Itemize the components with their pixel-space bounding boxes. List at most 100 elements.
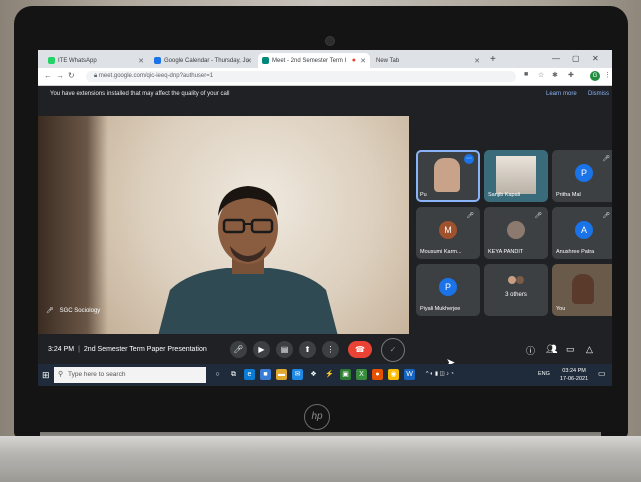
meeting-time: 3:24 PM (48, 346, 75, 353)
activities-icon[interactable]: △ (586, 344, 593, 355)
cortana-icon[interactable]: ○ (212, 369, 223, 380)
edge-icon[interactable]: e (244, 369, 255, 380)
more-options-button[interactable]: ⋮ (322, 341, 339, 358)
puzzle-icon[interactable]: ✚ (568, 71, 574, 79)
phone-hangup-icon: ☎ (355, 345, 365, 354)
close-icon[interactable]: ✕ (360, 57, 366, 65)
maximize-icon[interactable]: ▢ (572, 54, 580, 63)
excel-icon[interactable]: X (356, 369, 367, 380)
participant-name: Piyali Mukherjee (420, 306, 461, 312)
participant-tile[interactable]: 🎤︎ P Pritha Mal (552, 150, 612, 202)
dismiss-link[interactable]: Dismiss (588, 91, 609, 97)
participant-tile[interactable]: P Piyali Mukherjee (416, 264, 480, 316)
meeting-title: 2nd Semester Term Paper Presentation (83, 346, 207, 353)
chat-icon[interactable]: ▭ (566, 344, 575, 355)
language-indicator[interactable]: ENG (538, 371, 550, 377)
end-call-button[interactable]: ☎ (348, 341, 372, 358)
mic-off-icon: 🎤︎ (534, 213, 542, 219)
tab-meet[interactable]: Meet - 2nd Semester Term I ● ✕ (258, 53, 370, 68)
reload-icon[interactable]: ↻ (68, 71, 75, 80)
learn-more-link[interactable]: Learn more (546, 91, 577, 97)
avatar: P (575, 164, 593, 182)
tab-label: New Tab (376, 57, 400, 64)
dropbox-icon[interactable]: ❖ (308, 369, 319, 380)
minimize-icon[interactable]: — (552, 54, 560, 63)
more-vertical-icon: ⋮ (326, 345, 335, 354)
file-explorer-icon[interactable]: ▬ (276, 369, 287, 380)
participant-tile[interactable]: 🎤︎ A Anushree Patra (552, 207, 612, 259)
screen-bottom-edge (38, 386, 612, 404)
participant-tile[interactable]: You (552, 264, 612, 316)
close-icon[interactable]: ✕ (138, 57, 144, 65)
bolt-icon[interactable]: ⚡ (324, 369, 335, 380)
tab-label: Google Calendar - Thursday, Ju (164, 57, 249, 64)
participant-tile[interactable]: Sanjib Kapali (484, 150, 548, 202)
mic-button[interactable]: 🎤︎ (230, 341, 247, 358)
participant-name: Anushree Patra (556, 249, 595, 255)
camera-permission-icon[interactable]: ■ (524, 71, 528, 78)
tab-new-tab[interactable]: New Tab ✕ (372, 53, 484, 68)
participant-video (572, 274, 594, 304)
captions-button[interactable]: ▤ (276, 341, 293, 358)
photo-scene: ITE WhatsApp ✕ Google Calendar - Thursda… (0, 0, 641, 482)
participant-tile[interactable]: ⋯ Pu (416, 150, 480, 202)
captions-icon: ▤ (280, 345, 289, 354)
participant-video (434, 158, 460, 192)
taskbar-search-input[interactable]: ⚲ Type here to search (54, 367, 206, 383)
chrome-icon[interactable]: ◉ (388, 369, 399, 380)
recording-dot-icon: ● (351, 57, 356, 64)
photos-icon[interactable]: ▣ (340, 369, 351, 380)
tab-calendar[interactable]: Google Calendar - Thursday, Ju ✕ (150, 53, 256, 68)
back-icon[interactable]: ← (44, 71, 52, 80)
confirm-button[interactable]: ✓ (381, 338, 405, 362)
hp-logo: hp (304, 404, 330, 430)
bookmark-star-icon[interactable]: ☆ (538, 71, 544, 79)
tab-whatsapp[interactable]: ITE WhatsApp ✕ (44, 53, 148, 68)
mic-icon: 🎤︎ (233, 345, 244, 354)
system-tray-icons[interactable]: ^ ◐ ▮ ◫ ♪ ◔ (426, 371, 454, 377)
laptop-screen: ITE WhatsApp ✕ Google Calendar - Thursda… (38, 50, 612, 404)
window-close-icon[interactable]: ✕ (592, 54, 599, 63)
warning-message: You have extensions installed that may a… (50, 91, 230, 97)
whatsapp-icon (48, 57, 55, 64)
people-icon[interactable]: 👥︎ (546, 344, 557, 355)
taskbar-clock[interactable]: 03:24 PM 17-06-2021 (560, 367, 588, 383)
notification-icon[interactable]: ▭ (598, 369, 606, 378)
participant-name: Mousumi Karm... (420, 249, 462, 255)
avatar: M (439, 221, 457, 239)
store-icon[interactable]: ■ (260, 369, 271, 380)
clock-time: 03:24 PM (562, 368, 586, 374)
participant-video (496, 156, 536, 194)
participant-name: You (556, 306, 566, 312)
room-shadow (38, 116, 108, 334)
meet-controls-bar: 3:24 PM | 2nd Semester Term Paper Presenta… (38, 336, 612, 364)
camera-button[interactable]: ▶ (253, 341, 270, 358)
profile-avatar[interactable]: G (590, 71, 600, 81)
new-tab-button[interactable]: + (490, 54, 496, 65)
participant-tile[interactable]: 🎤︎ M Mousumi Karm... (416, 207, 480, 259)
windows-taskbar: ⊞ ⚲ Type here to search ○ ⧉ e ■ ▬ ✉ ❖ ⚡ … (38, 364, 612, 386)
close-icon[interactable]: ✕ (474, 57, 480, 65)
meeting-info: 3:24 PM | 2nd Semester Term Paper Presenta… (48, 346, 207, 353)
mail-icon[interactable]: ✉ (292, 369, 303, 380)
firefox-icon[interactable]: ● (372, 369, 383, 380)
url-input[interactable]: 🔒︎ meet.google.com/qic-ieeq-dnp?authuser… (86, 71, 516, 82)
forward-icon[interactable]: → (56, 71, 64, 80)
participant-tile[interactable]: 🎤︎ KEYA PANDIT (484, 207, 548, 259)
participant-tile[interactable]: 3 others (484, 264, 548, 316)
word-icon[interactable]: W (404, 369, 415, 380)
separator: | (78, 346, 80, 353)
webcam (325, 36, 335, 46)
menu-dots-icon[interactable]: ⋮ (604, 71, 611, 79)
close-icon[interactable]: ✕ (246, 57, 252, 65)
task-view-icon[interactable]: ⧉ (228, 369, 239, 380)
others-avatar (516, 276, 524, 284)
extension-icon[interactable]: ✱ (552, 71, 558, 79)
camera-icon: ▶ (258, 345, 265, 354)
present-button[interactable]: ⬆ (299, 341, 316, 358)
avatar: P (439, 278, 457, 296)
windows-start-icon[interactable]: ⊞ (42, 370, 50, 381)
others-avatar (508, 276, 516, 284)
info-icon[interactable]: ⓘ (526, 344, 535, 357)
more-options-icon[interactable]: ⋯ (464, 154, 474, 164)
